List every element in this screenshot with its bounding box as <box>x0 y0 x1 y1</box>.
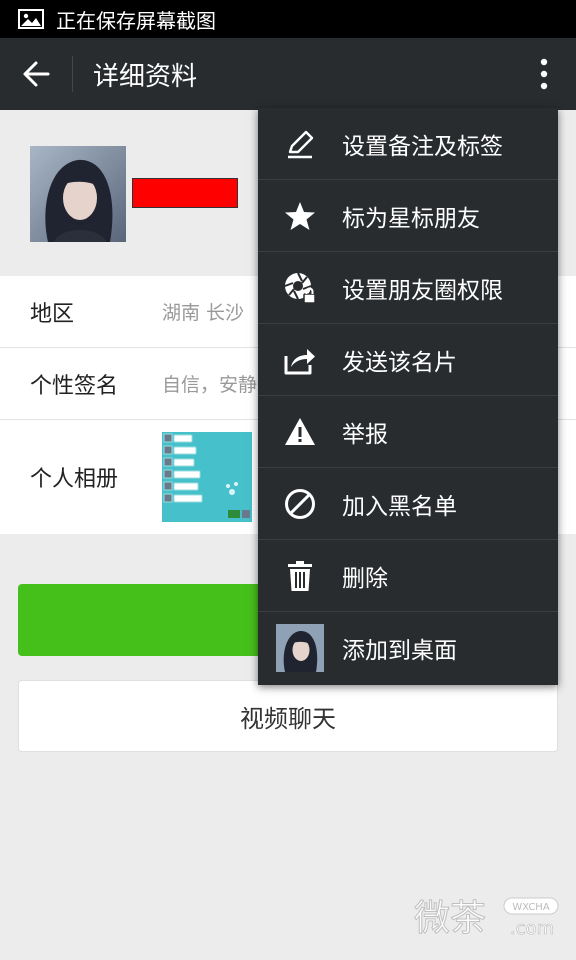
page-title: 详细资料 <box>93 61 198 92</box>
app-bar: 详细资料 <box>0 38 576 110</box>
avatar-thumb-icon <box>276 624 324 672</box>
more-button[interactable] <box>516 38 572 110</box>
avatar[interactable] <box>30 146 126 242</box>
pencil-icon <box>288 130 314 158</box>
camera-lock-icon <box>284 272 316 304</box>
menu-label: 加入黑名单 <box>342 493 457 520</box>
status-text: 正在保存屏幕截图 <box>56 8 216 33</box>
menu-label: 添加到桌面 <box>342 638 457 664</box>
menu-item-star-friend[interactable]: 标为星标朋友 <box>258 180 558 252</box>
menu-item-set-remark[interactable]: 设置备注及标签 <box>258 108 558 180</box>
back-button[interactable] <box>0 38 72 110</box>
share-icon <box>284 348 315 374</box>
album-thumbnail[interactable] <box>162 432 252 522</box>
menu-item-report[interactable]: 举报 <box>258 396 558 468</box>
app-bar-divider <box>72 56 73 92</box>
region-value: 湖南 长沙 <box>162 302 245 324</box>
warning-icon <box>285 417 315 445</box>
wxcha-logo-icon: 微茶 WXCHA .com <box>414 897 559 940</box>
watermark-logo: 微茶 WXCHA .com <box>414 890 564 946</box>
signature-value: 自信，安静 <box>162 374 258 396</box>
video-call-button[interactable]: 视频聊天 <box>18 680 558 752</box>
menu-label: 举报 <box>342 421 388 448</box>
status-bar: 正在保存屏幕截图 <box>0 0 576 38</box>
region-label: 地区 <box>30 301 75 327</box>
menu-label: 发送该名片 <box>342 349 457 376</box>
menu-item-delete[interactable]: 删除 <box>258 540 558 612</box>
redacted-name <box>132 178 238 208</box>
menu-item-blacklist[interactable]: 加入黑名单 <box>258 468 558 540</box>
menu-label: 标为星标朋友 <box>342 205 480 232</box>
album-label: 个人相册 <box>30 467 119 492</box>
menu-label: 设置朋友圈权限 <box>342 277 503 304</box>
menu-label: 设置备注及标签 <box>342 133 503 160</box>
trash-icon <box>288 560 312 591</box>
menu-item-add-to-desktop[interactable]: 添加到桌面 <box>258 612 558 684</box>
star-icon <box>285 201 315 230</box>
avatar-image <box>30 146 126 242</box>
block-icon <box>285 488 315 519</box>
popup-menu: 设置备注及标签 标为星标朋友 设置朋友圈权限 发送该名片 举报 加入黑名单 删除… <box>258 108 558 685</box>
more-vertical-icon <box>540 58 548 90</box>
menu-item-moments-permission[interactable]: 设置朋友圈权限 <box>258 252 558 324</box>
svg-text:.com: .com <box>510 918 554 939</box>
menu-label: 删除 <box>342 565 388 592</box>
svg-text:微茶: 微茶 <box>414 898 486 939</box>
image-icon <box>18 9 44 29</box>
signature-label: 个性签名 <box>30 373 119 399</box>
svg-text:WXCHA: WXCHA <box>512 902 550 913</box>
arrow-left-icon <box>23 61 50 87</box>
menu-item-send-card[interactable]: 发送该名片 <box>258 324 558 396</box>
